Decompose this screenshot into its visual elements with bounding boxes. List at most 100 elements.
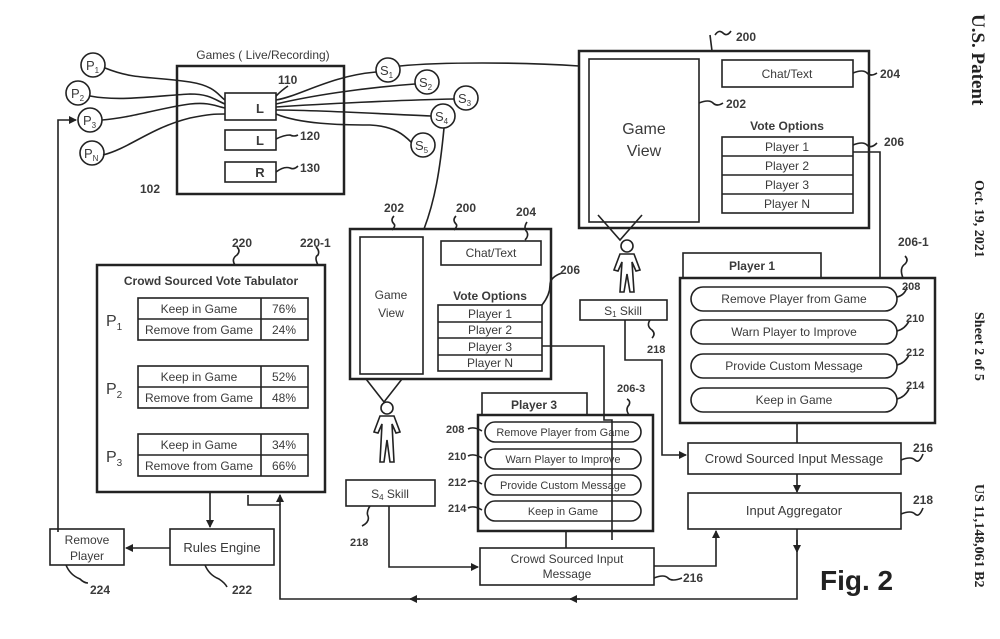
ref-220-1: 220-1 [300,236,331,250]
game-box-120[interactable] [224,129,277,151]
svg-text:P3: P3 [83,113,97,130]
tab-cell-label: Remove from Game [145,323,253,337]
svg-text:S3: S3 [458,91,472,108]
patent-office: U.S. Patent [967,14,988,106]
tab-cell-label: Keep in Game [161,302,238,316]
ref-220: 220 [232,236,252,250]
tab-cell-value: 66% [272,459,296,473]
tab-cell-label: Remove from Game [145,459,253,473]
figure-label: Fig. 2 [820,565,893,596]
tab-cell-value: 34% [272,438,296,452]
svg-text:P3: P3 [106,449,123,469]
games-title: Games ( Live/Recording) [196,48,329,62]
tab-cell-value: 48% [272,391,296,405]
game-label-130: R [255,165,265,180]
svg-text:P2: P2 [106,381,123,401]
game-view-mid-label: Game [375,288,408,302]
ref-210-p3: 210 [448,451,466,463]
game-view-mid-label-2: View [378,306,404,320]
ref-204-top: 204 [880,67,900,81]
game-box-110[interactable] [224,92,277,121]
ref-218-s4: 218 [350,537,368,549]
p3-option-remove-label: Remove Player from Game [496,427,629,439]
ref-200-mid: 200 [456,201,476,215]
p3-option-keep-label: Keep in Game [528,506,598,518]
game-label-110: L [256,101,264,116]
game-label-120: L [256,133,264,148]
vote-title-top: Vote Options [750,119,824,133]
rules-engine-label: Rules Engine [183,540,260,555]
spectator-view-top [577,49,871,230]
p3-option-warn-label: Warn Player to Improve [505,454,620,466]
vote-option-top-1[interactable]: Player 1 [765,140,809,154]
ref-110: 110 [278,73,298,87]
ref-208-p1: 208 [902,281,920,293]
ref-206-3: 206-3 [617,383,645,395]
remove-player-line2: Player [70,549,104,563]
ref-216-bottom: 216 [683,571,703,585]
tab-cell-label: Remove from Game [145,391,253,405]
ref-224: 224 [90,583,110,597]
vote-option-top-3[interactable]: Player 3 [765,178,809,192]
chat-label-mid: Chat/Text [466,246,517,260]
ref-202-top: 202 [726,97,746,111]
ref-102: 102 [140,182,160,196]
svg-text:S5: S5 [415,138,429,155]
ref-120: 120 [300,129,320,143]
player1-tab-label: Player 1 [729,259,775,273]
p3-option-custom-label: Provide Custom Message [500,480,626,492]
p1-option-keep-label: Keep in Game [756,393,833,407]
tab-cell-label: Keep in Game [161,438,238,452]
p1-option-warn-label: Warn Player to Improve [731,325,857,339]
ref-218-aggregator: 218 [913,493,933,507]
vote-option-top-n[interactable]: Player N [764,197,810,211]
vote-option-mid-n[interactable]: Player N [467,356,513,370]
tab-cell-value: 76% [272,302,296,316]
ref-218-s1: 218 [647,344,665,356]
ref-204-mid: 204 [516,205,536,219]
remove-player-line1: Remove [65,533,110,547]
chat-label-top: Chat/Text [762,67,813,81]
player3-tab-label: Player 3 [511,398,557,412]
ref-206-top: 206 [884,135,904,149]
tab-cell-value: 24% [272,323,296,337]
tab-cell-value: 52% [272,370,296,384]
vote-option-top-2[interactable]: Player 2 [765,159,809,173]
spectator-view-mid [348,227,553,381]
game-view-top-label: Game [622,121,666,138]
ref-206-1: 206-1 [898,235,929,249]
vote-title-mid: Vote Options [453,289,527,303]
ref-222: 222 [232,583,252,597]
skill-s1-label: S1 Skill [604,304,642,319]
game-view-top [588,58,700,223]
ref-216-right: 216 [913,441,933,455]
patent-sheet: Sheet 2 of 5 [971,312,986,381]
svg-text:S1: S1 [380,63,394,80]
patent-date: Oct. 19, 2021 [971,180,986,258]
crowd-input-bottom-line2: Message [543,567,592,581]
ref-206-mid: 206 [560,263,580,277]
p1-option-remove-label: Remove Player from Game [721,292,867,306]
svg-text:P2: P2 [71,86,85,103]
skill-s4-label: S4 Skill [371,487,409,502]
ref-200-top: 200 [736,30,756,44]
vote-option-mid-2[interactable]: Player 2 [468,323,512,337]
vote-option-mid-1[interactable]: Player 1 [468,307,512,321]
ref-202-mid: 202 [384,201,404,215]
patent-diagram: Games ( Live/Recording) 102 L L R 110 12… [49,30,937,603]
ref-214-p1: 214 [906,380,925,392]
ref-130: 130 [300,161,320,175]
tabulator-title: Crowd Sourced Vote Tabulator [124,274,299,288]
crowd-input-bottom-line1: Crowd Sourced Input [511,552,624,566]
game-box-130[interactable] [224,161,277,183]
ref-212-p3: 212 [448,477,466,489]
input-aggregator-label: Input Aggregator [746,503,843,518]
tab-cell-label: Keep in Game [161,370,238,384]
ref-210-p1: 210 [906,313,924,325]
game-view-top-label-2: View [627,143,662,160]
svg-text:P1: P1 [86,58,100,75]
patent-header-strip: U.S. Patent Oct. 19, 2021 Sheet 2 of 5 U… [948,0,1000,639]
vote-option-mid-3[interactable]: Player 3 [468,340,512,354]
svg-text:S2: S2 [419,75,433,92]
crowd-input-right-label: Crowd Sourced Input Message [705,451,883,466]
